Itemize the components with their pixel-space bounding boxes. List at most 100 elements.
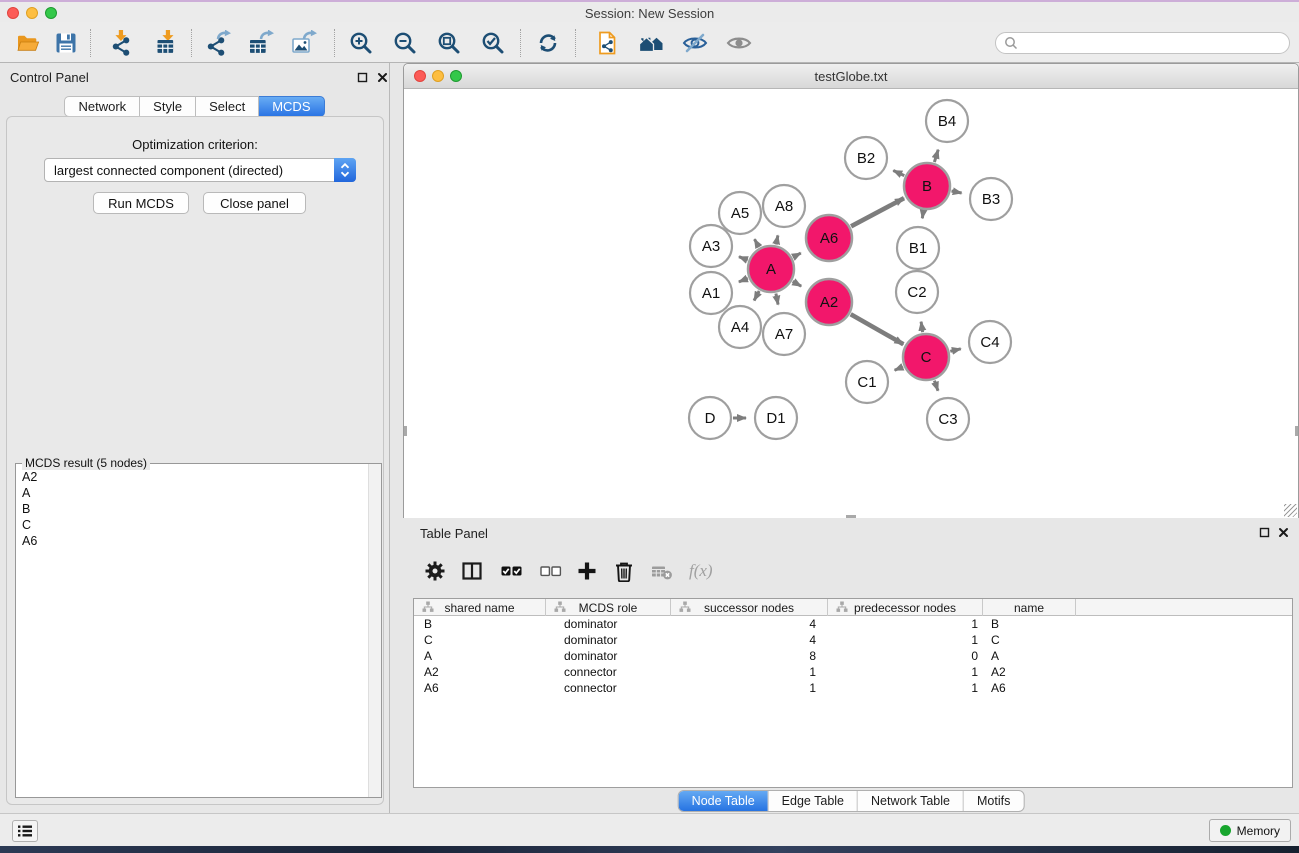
run-mcds-button[interactable]: Run MCDS: [93, 192, 189, 214]
memory-status-icon: [1220, 825, 1231, 836]
column-header-predecessor-nodes[interactable]: predecessor nodes: [828, 599, 983, 616]
memory-button[interactable]: Memory: [1209, 819, 1291, 842]
zoom-out-button[interactable]: [387, 26, 423, 59]
export-network-button[interactable]: [200, 26, 236, 59]
column-header-successor-nodes[interactable]: successor nodes: [671, 599, 828, 616]
home-button[interactable]: [633, 26, 669, 59]
node-A7[interactable]: A7: [763, 313, 805, 355]
control-panel-tabs: NetworkStyleSelectMCDS: [0, 96, 389, 117]
tab-network[interactable]: Network: [64, 96, 140, 117]
zoom-selected-button[interactable]: [475, 26, 511, 59]
column-view-button[interactable]: [459, 558, 485, 584]
tab-node-table[interactable]: Node Table: [679, 791, 768, 811]
float-table-panel-icon[interactable]: [1259, 527, 1271, 539]
svg-text:A7: A7: [775, 326, 793, 343]
task-history-button[interactable]: [12, 820, 38, 842]
result-item-a[interactable]: A: [16, 485, 367, 501]
import-network-button[interactable]: [103, 26, 139, 59]
delete-row-button[interactable]: [611, 558, 637, 584]
column-header-shared-name[interactable]: shared name: [414, 599, 546, 616]
result-item-b[interactable]: B: [16, 501, 367, 517]
refresh-layout-button[interactable]: [530, 26, 566, 59]
result-item-c[interactable]: C: [16, 517, 367, 533]
show-eye-icon: [726, 30, 752, 56]
network-document-button[interactable]: [589, 26, 625, 59]
edge-B-B2: [893, 171, 904, 176]
tab-style[interactable]: Style: [140, 96, 196, 117]
node-A3[interactable]: A3: [690, 225, 732, 267]
svg-text:B1: B1: [909, 240, 927, 257]
table-row-a[interactable]: Adominator80A: [414, 648, 1292, 664]
node-A1[interactable]: A1: [690, 272, 732, 314]
add-row-button[interactable]: [574, 558, 600, 584]
node-A[interactable]: A: [748, 246, 794, 292]
node-C[interactable]: C: [903, 334, 949, 380]
network-document-icon: [594, 30, 620, 56]
zoom-fit-button[interactable]: [431, 26, 467, 59]
edge-A-A5: [755, 239, 759, 247]
table-cell: 1: [828, 632, 983, 648]
network-window-titlebar[interactable]: testGlobe.txt: [404, 64, 1298, 89]
table-cell: A: [983, 648, 1076, 664]
result-scrollbar[interactable]: [368, 464, 381, 797]
settings-gear-button[interactable]: [422, 558, 448, 584]
criterion-dropdown[interactable]: largest connected component (directed): [44, 158, 356, 182]
settings-gear-icon: [424, 560, 446, 582]
node-C2[interactable]: C2: [896, 271, 938, 313]
import-table-button[interactable]: [149, 26, 185, 59]
node-C3[interactable]: C3: [927, 398, 969, 440]
node-B4[interactable]: B4: [926, 100, 968, 142]
close-table-panel-icon[interactable]: [1278, 527, 1290, 539]
column-header-MCDS-role[interactable]: MCDS role: [546, 599, 671, 616]
table-row-b[interactable]: Bdominator41B: [414, 616, 1292, 632]
open-session-button[interactable]: [10, 26, 46, 59]
show-eye-button[interactable]: [721, 26, 757, 59]
network-canvas[interactable]: A A1 A2 A3 A4 A5 A6 A7 A8 B B1 B2 B3B4 C C1 C2 C3 C4 D D1: [404, 90, 1298, 518]
home-icon: [638, 30, 664, 56]
close-panel-icon[interactable]: [377, 72, 389, 84]
node-D[interactable]: D: [689, 397, 731, 439]
tab-mcds[interactable]: MCDS: [259, 96, 324, 117]
tab-network-table[interactable]: Network Table: [857, 791, 963, 811]
table-cell: 4: [671, 616, 828, 632]
result-item-a2[interactable]: A2: [16, 469, 367, 485]
search-input[interactable]: [1023, 34, 1281, 52]
node-A5[interactable]: A5: [719, 192, 761, 234]
close-panel-button[interactable]: Close panel: [203, 192, 306, 214]
zoom-out-icon: [392, 30, 418, 56]
node-C4[interactable]: C4: [969, 321, 1011, 363]
node-B1[interactable]: B1: [897, 227, 939, 269]
select-all-checkboxes-button[interactable]: [499, 558, 525, 584]
export-table-button[interactable]: [243, 26, 279, 59]
table-cell: A6: [983, 680, 1076, 696]
tab-select[interactable]: Select: [196, 96, 259, 117]
table-cell: B: [414, 616, 546, 632]
tab-edge-table[interactable]: Edge Table: [768, 791, 857, 811]
column-header-name[interactable]: name: [983, 599, 1076, 616]
edge-C-C2: [921, 322, 923, 333]
node-A4[interactable]: A4: [719, 306, 761, 348]
unselect-all-checkboxes-button[interactable]: [538, 558, 564, 584]
node-C1[interactable]: C1: [846, 361, 888, 403]
svg-text:C4: C4: [980, 334, 999, 351]
table-row-a6[interactable]: A6connector11A6: [414, 680, 1292, 696]
resize-grip[interactable]: [1284, 504, 1297, 517]
node-B3[interactable]: B3: [970, 178, 1012, 220]
hide-eye-button[interactable]: [677, 26, 713, 59]
export-image-button[interactable]: [286, 26, 322, 59]
save-session-button[interactable]: [48, 26, 84, 59]
result-item-a6[interactable]: A6: [16, 533, 367, 549]
search-box[interactable]: [995, 32, 1290, 54]
table-row-c[interactable]: Cdominator41C: [414, 632, 1292, 648]
float-panel-icon[interactable]: [357, 72, 369, 84]
node-A2[interactable]: A2: [806, 279, 852, 325]
node-A8[interactable]: A8: [763, 185, 805, 227]
zoom-in-button[interactable]: [343, 26, 379, 59]
tab-motifs[interactable]: Motifs: [963, 791, 1023, 811]
edge-A-A6: [793, 253, 801, 257]
node-B2[interactable]: B2: [845, 137, 887, 179]
node-B[interactable]: B: [904, 163, 950, 209]
node-A6[interactable]: A6: [806, 215, 852, 261]
node-D1[interactable]: D1: [755, 397, 797, 439]
table-row-a2[interactable]: A2connector11A2: [414, 664, 1292, 680]
